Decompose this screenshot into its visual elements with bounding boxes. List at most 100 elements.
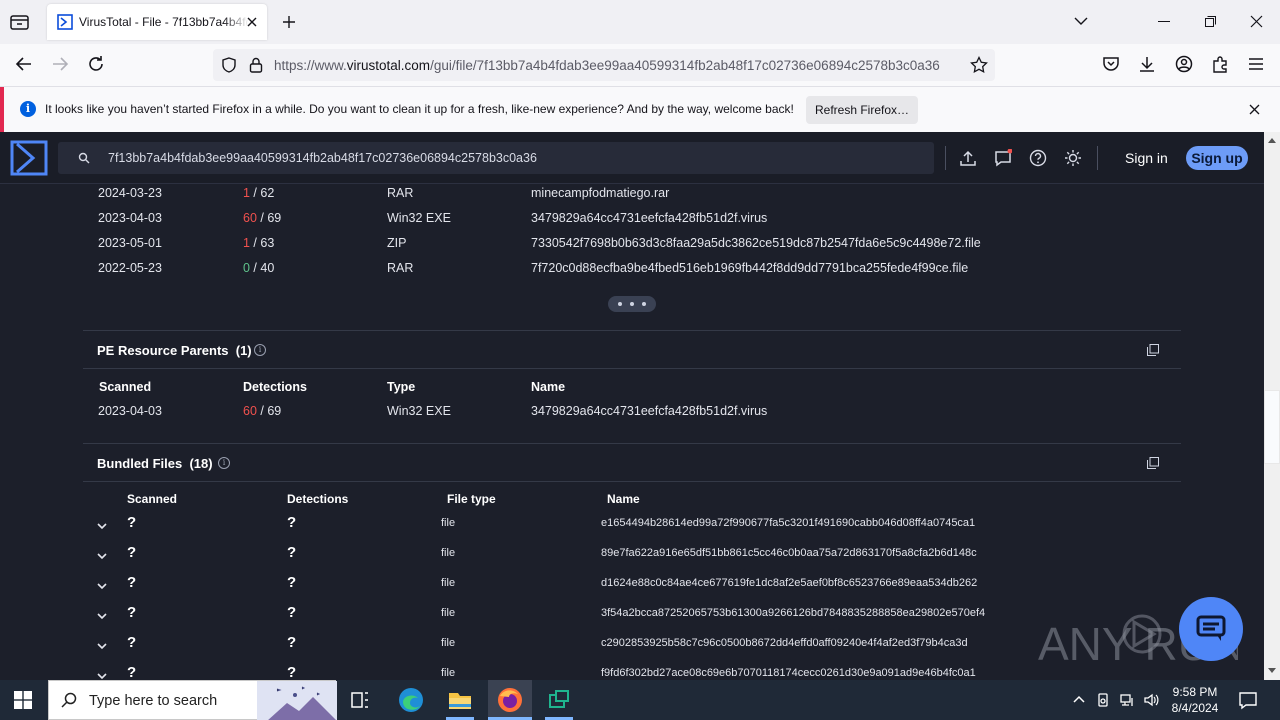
table-row[interactable]: ? ? file 89e7fa622a916e65df51bb861c5cc46… (0, 543, 1264, 573)
reload-icon[interactable] (87, 55, 105, 73)
dot (630, 302, 634, 306)
bookmark-star-icon[interactable] (970, 56, 988, 74)
support-chat-button[interactable] (1179, 597, 1243, 661)
lock-icon[interactable] (249, 57, 263, 73)
table-row[interactable]: 2022-05-23 0 / 40 RAR 7f720c0d88ecfba9be… (0, 257, 1264, 281)
table-row[interactable]: 2023-05-01 1 / 63 ZIP 7330542f7698b0b63d… (0, 232, 1264, 256)
download-icon[interactable] (1138, 55, 1156, 73)
notification-center-icon[interactable] (1238, 690, 1258, 710)
file-name-link[interactable]: 7330542f7698b0b63d3c8faa29a5dc3862ce519d… (531, 236, 981, 250)
scroll-up-arrow-icon[interactable] (1268, 138, 1276, 143)
scrollbar-thumb[interactable] (1264, 390, 1280, 464)
forward-arrow-icon[interactable] (51, 55, 69, 73)
column-header-detections[interactable]: Detections (287, 492, 348, 506)
sign-in-link[interactable]: Sign in (1125, 150, 1168, 166)
copy-icon[interactable] (1147, 457, 1159, 469)
table-row[interactable]: 2023-04-03 60 / 69 Win32 EXE 3479829a64c… (0, 400, 1264, 424)
edge-browser-icon[interactable] (397, 686, 425, 714)
chevron-down-icon[interactable] (96, 671, 108, 680)
file-name-link[interactable]: 3479829a64cc4731eefcfa428fb51d2f.virus (531, 404, 767, 418)
url-bar[interactable]: https://www.virustotal.com/gui/file/7f13… (213, 49, 995, 81)
column-header-scanned[interactable]: Scanned (127, 492, 177, 506)
column-header-name[interactable]: Name (531, 380, 565, 394)
column-header-file-type[interactable]: File type (447, 492, 496, 506)
device-icon[interactable] (1095, 692, 1111, 708)
tab-list-icon[interactable] (8, 11, 32, 33)
chevron-down-icon[interactable] (96, 551, 108, 561)
taskbar-search-box[interactable]: Type here to search (48, 680, 337, 720)
chat-icon[interactable] (994, 149, 1012, 167)
file-hash-link[interactable]: 89e7fa622a916e65df51bb861c5cc46c0b0aa75a… (601, 547, 977, 559)
account-icon[interactable] (1175, 55, 1193, 73)
scroll-down-arrow-icon[interactable] (1268, 668, 1276, 673)
file-hash-link[interactable]: f9fd6f302bd27ace08c69e6b7070118174cecc02… (601, 667, 976, 679)
table-row[interactable]: ? ? file e1654494b28614ed99a72f990677fa5… (0, 513, 1264, 543)
maximize-button[interactable] (1205, 16, 1216, 27)
chevron-down-icon[interactable] (1074, 15, 1088, 27)
show-more-button[interactable] (608, 296, 656, 312)
virustotal-logo-icon[interactable] (10, 140, 48, 176)
file-hash-link[interactable]: d1624e88c0c84ae4ce677619fe1dc8af2e5aef0b… (601, 577, 977, 589)
column-header-type[interactable]: Type (387, 380, 415, 394)
detections-unknown: ? (287, 514, 297, 531)
terminal-app-icon[interactable] (545, 686, 573, 714)
column-header-name[interactable]: Name (607, 492, 640, 506)
network-icon[interactable] (1119, 692, 1135, 708)
firefox-icon[interactable] (496, 686, 524, 714)
chevron-down-icon[interactable] (96, 581, 108, 591)
file-hash-link[interactable]: e1654494b28614ed99a72f990677fa5c3201f491… (601, 517, 975, 529)
help-icon[interactable] (1029, 149, 1047, 167)
info-icon[interactable]: i (254, 344, 266, 356)
file-hash-link[interactable]: 3f54a2bcca87252065753b61300a9266126bd784… (601, 607, 985, 619)
file-type: file (441, 637, 456, 649)
page-scrollbar[interactable] (1264, 132, 1280, 680)
refresh-firefox-button[interactable]: Refresh Firefox… (806, 96, 918, 124)
scanned-unknown: ? (127, 664, 137, 680)
browser-tab[interactable]: VirusTotal - File - 7f13bb7a4b4fdab3ee99… (47, 4, 267, 40)
file-name-link[interactable]: 3479829a64cc4731eefcfa428fb51d2f.virus (531, 211, 767, 225)
extensions-icon[interactable] (1211, 55, 1229, 73)
file-name-link[interactable]: minecampfodmatiego.rar (531, 186, 669, 200)
system-clock[interactable]: 9:58 PM 8/4/2024 (1160, 684, 1230, 716)
menu-hamburger-icon[interactable] (1247, 55, 1265, 73)
file-hash-link[interactable]: c2902853925b58c7c96c0500b8672dd4effd0aff… (601, 637, 968, 649)
close-icon[interactable] (1249, 104, 1260, 115)
file-type: file (441, 577, 456, 589)
url-text[interactable]: https://www.virustotal.com/gui/file/7f13… (274, 58, 964, 73)
search-input[interactable]: 7f13bb7a4b4fdab3ee99aa40599314fb2ab48f17… (108, 151, 537, 165)
column-header-detections[interactable]: Detections (243, 380, 307, 394)
file-explorer-icon[interactable] (446, 686, 474, 714)
shield-icon[interactable] (221, 57, 237, 73)
upload-icon[interactable] (959, 149, 977, 167)
scanned-unknown: ? (127, 514, 137, 531)
detections-unknown: ? (287, 604, 297, 621)
theme-sun-icon[interactable] (1064, 149, 1082, 167)
scanned-date: 2023-05-01 (98, 236, 162, 250)
vt-search-box[interactable]: 7f13bb7a4b4fdab3ee99aa40599314fb2ab48f17… (58, 142, 934, 174)
copy-icon[interactable] (1147, 344, 1159, 356)
info-icon[interactable]: i (218, 457, 230, 469)
chevron-down-icon[interactable] (96, 641, 108, 651)
task-view-icon[interactable] (346, 686, 374, 714)
chevron-down-icon[interactable] (96, 611, 108, 621)
table-row[interactable]: 2024-03-23 1 / 62 RAR minecampfodmatiego… (0, 184, 1264, 206)
chevron-down-icon[interactable] (96, 521, 108, 531)
scanned-unknown: ? (127, 634, 137, 651)
scanned-unknown: ? (127, 604, 137, 621)
scanned-unknown: ? (127, 544, 137, 561)
table-row[interactable]: ? ? file d1624e88c0c84ae4ce677619fe1dc8a… (0, 573, 1264, 603)
window-close-button[interactable] (1250, 15, 1263, 28)
file-name-link[interactable]: 7f720c0d88ecfba9be4fbed516eb1969fb442f8d… (531, 261, 968, 275)
table-row[interactable]: 2023-04-03 60 / 69 Win32 EXE 3479829a64c… (0, 207, 1264, 231)
sign-up-button[interactable]: Sign up (1186, 146, 1248, 170)
pocket-icon[interactable] (1102, 55, 1120, 73)
volume-icon[interactable] (1143, 692, 1159, 708)
new-tab-icon[interactable] (281, 14, 297, 30)
column-header-scanned[interactable]: Scanned (99, 380, 151, 394)
windows-start-icon[interactable] (14, 691, 32, 709)
back-arrow-icon[interactable] (15, 55, 33, 73)
tab-close-icon[interactable] (245, 15, 259, 29)
chevron-up-icon[interactable] (1071, 692, 1087, 708)
scanned-date: 2024-03-23 (98, 186, 162, 200)
minimize-button[interactable] (1158, 21, 1170, 22)
